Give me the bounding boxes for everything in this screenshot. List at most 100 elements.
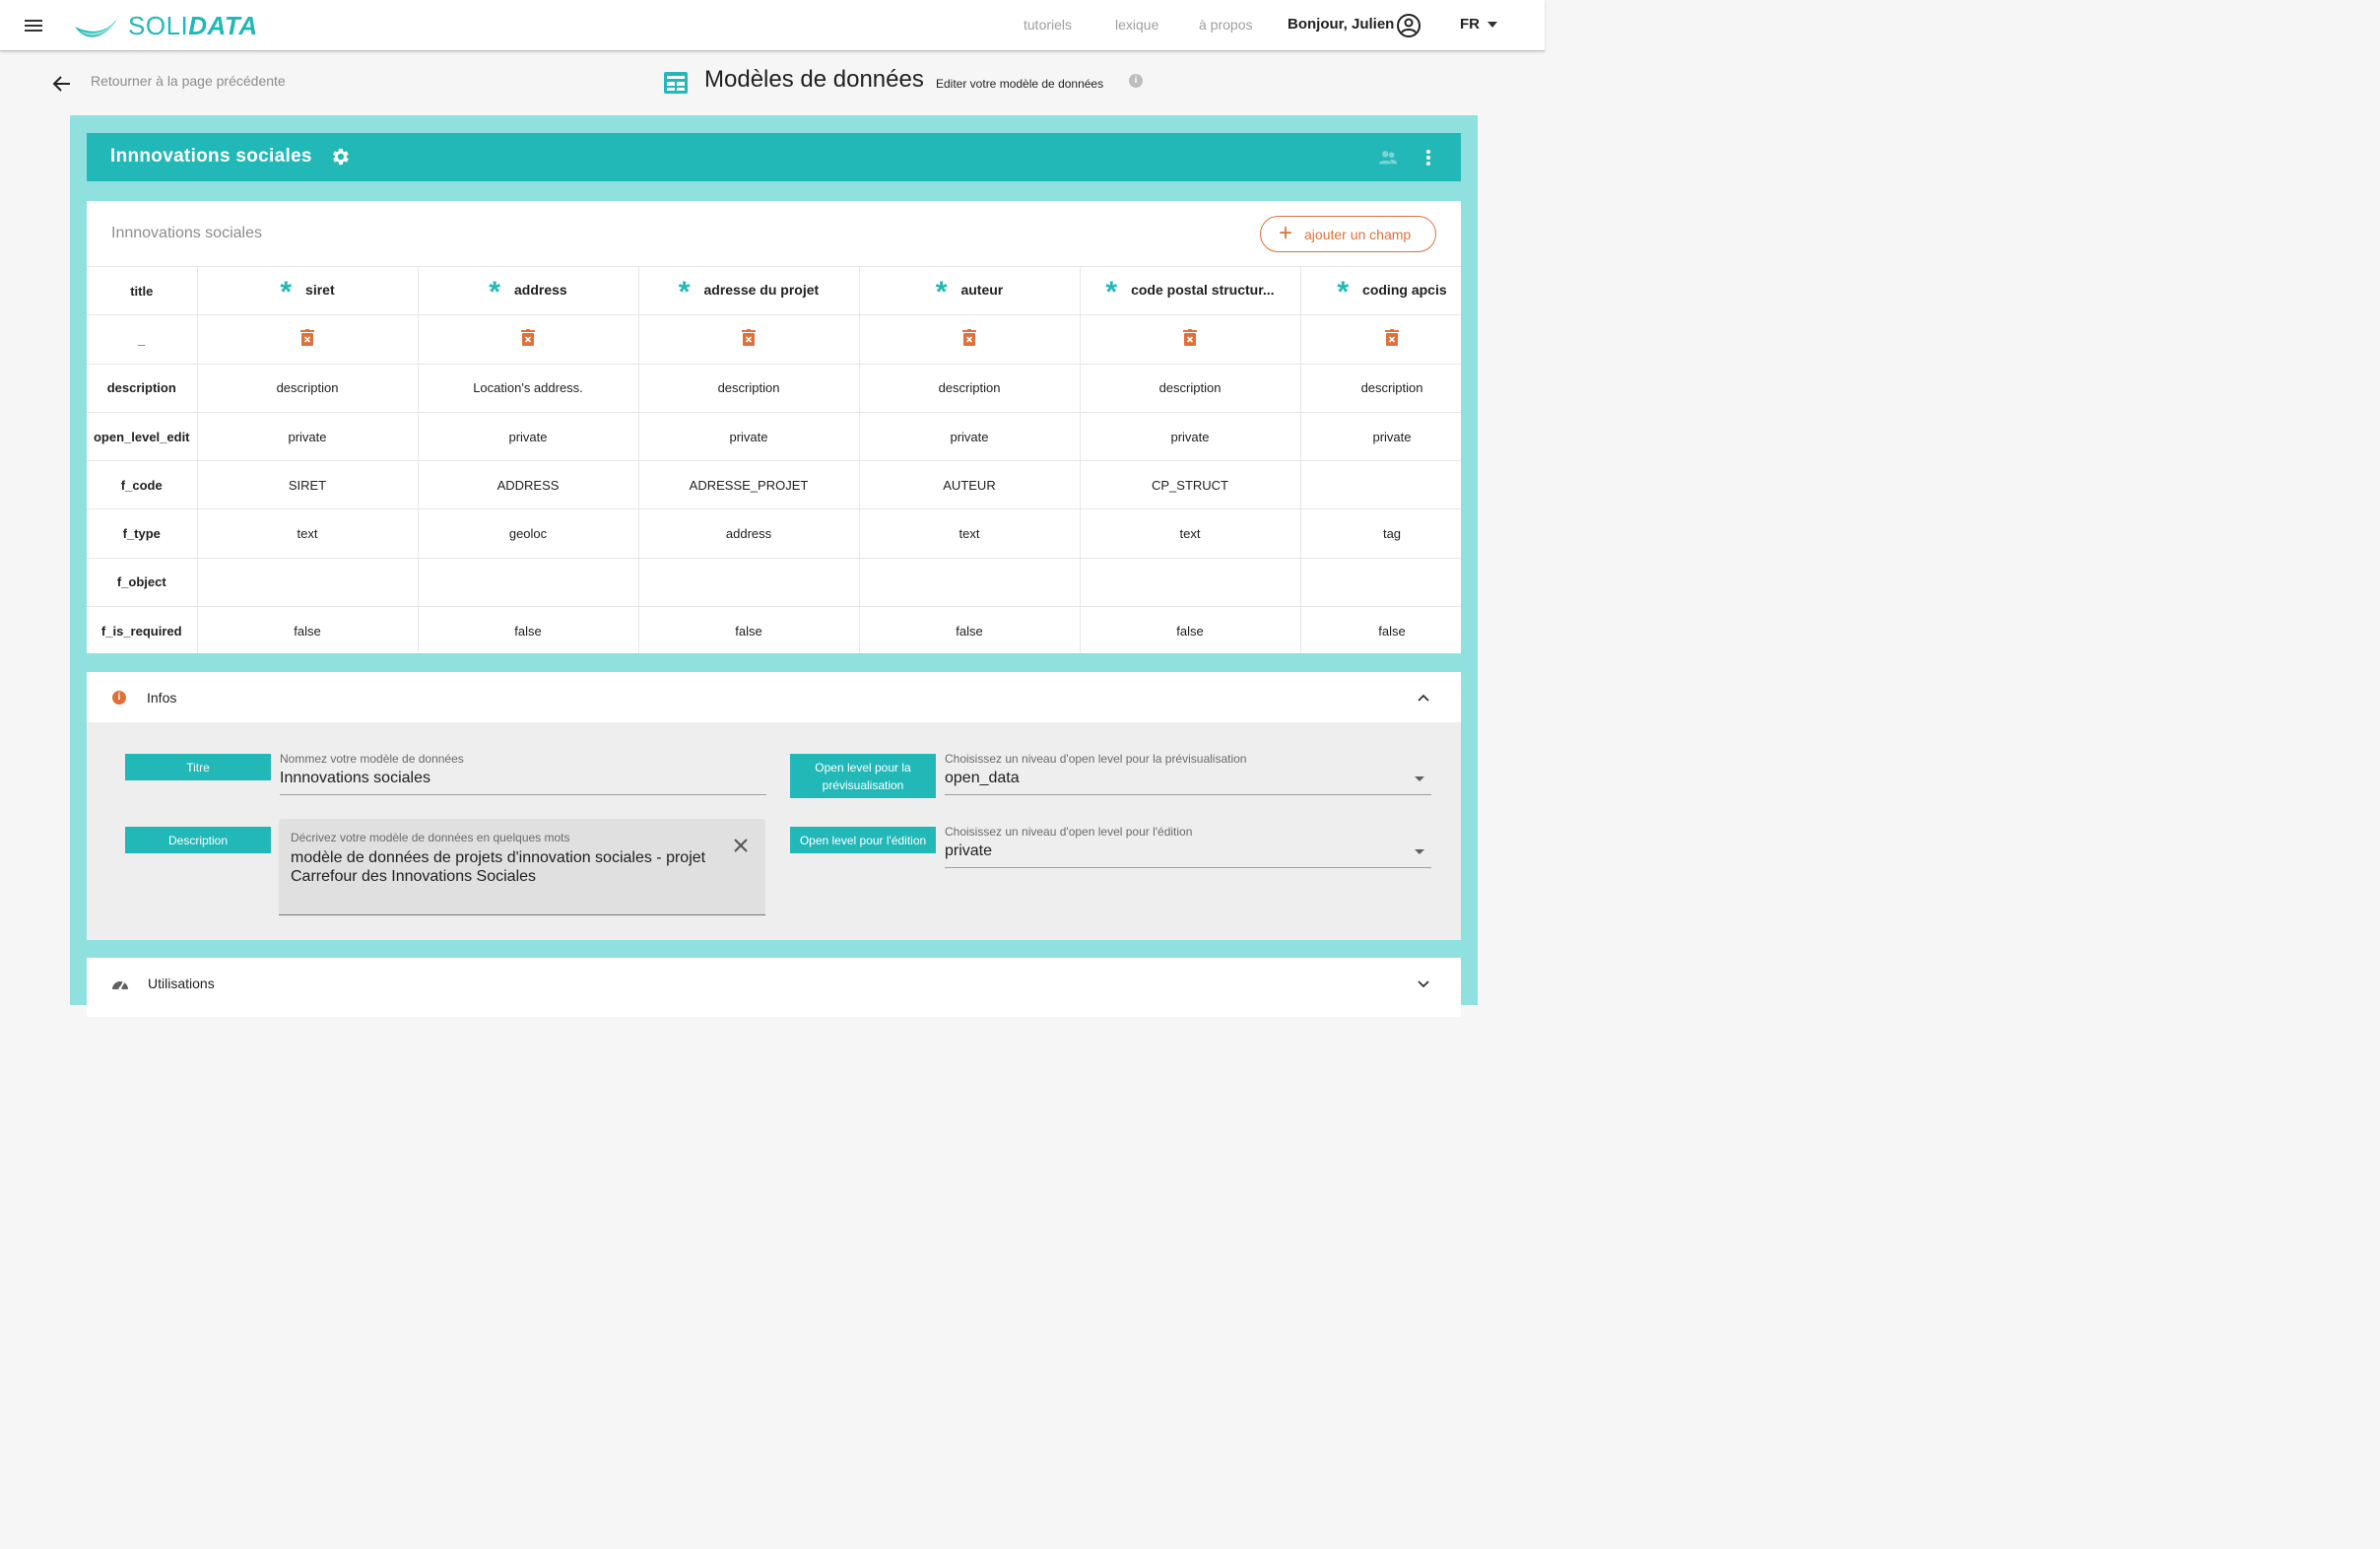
add-field-button[interactable]: + ajouter un champ bbox=[1260, 216, 1436, 252]
delete-icon[interactable] bbox=[962, 329, 976, 347]
model-header-bar: Innnovations sociales bbox=[87, 133, 1461, 181]
field-title-label: coding apcis bbox=[1362, 281, 1447, 298]
model-editor-frame: Innnovations sociales Innnovations socia… bbox=[70, 115, 1478, 1017]
table-cell bbox=[1080, 557, 1301, 607]
menu-icon[interactable] bbox=[22, 14, 45, 37]
table-cell: tag bbox=[1300, 508, 1461, 559]
titre-chip: Titre bbox=[125, 754, 271, 780]
table-cell: false bbox=[197, 606, 419, 653]
field-title[interactable]: * adresse du projet bbox=[678, 275, 820, 308]
arrow-back-icon[interactable] bbox=[51, 73, 73, 95]
delete-icon[interactable] bbox=[300, 329, 314, 347]
field-title-label: auteur bbox=[960, 281, 1004, 298]
field-title-label: adresse du projet bbox=[703, 281, 820, 298]
more-options-icon[interactable] bbox=[1421, 147, 1436, 168]
description-value[interactable]: modèle de données de projets d'innovatio… bbox=[291, 848, 724, 886]
asterisk-icon: * bbox=[280, 275, 293, 308]
language-selector[interactable]: FR bbox=[1460, 16, 1497, 33]
fields-card: Innnovations sociales + ajouter un champ… bbox=[87, 201, 1461, 653]
table-cell: false bbox=[418, 606, 639, 653]
info-icon[interactable]: i bbox=[1129, 74, 1143, 88]
table-cell: false bbox=[638, 606, 860, 653]
preview-open-level-select[interactable]: open_data bbox=[945, 770, 1020, 787]
language-label: FR bbox=[1460, 16, 1480, 33]
brand-logo[interactable]: SOLIDATA bbox=[73, 8, 258, 43]
row-header: f_code bbox=[87, 460, 198, 509]
chevron-up-icon[interactable] bbox=[1417, 691, 1430, 705]
table-cell: false bbox=[1080, 606, 1301, 653]
asterisk-icon: * bbox=[1105, 275, 1118, 308]
chevron-down-icon[interactable] bbox=[1417, 977, 1430, 990]
card-title: Innnovations sociales bbox=[111, 225, 262, 241]
delete-icon[interactable] bbox=[1385, 329, 1399, 347]
utilisations-panel[interactable]: Utilisations bbox=[87, 958, 1461, 1017]
edit-underline bbox=[945, 867, 1431, 868]
table-cell: private bbox=[638, 411, 860, 461]
field-title-label: address bbox=[513, 281, 567, 298]
asterisk-icon: * bbox=[678, 275, 691, 308]
infos-title: Infos bbox=[147, 690, 177, 706]
table-cell bbox=[1300, 557, 1461, 607]
delete-icon[interactable] bbox=[1183, 329, 1197, 347]
table-row: f_object bbox=[87, 557, 1461, 607]
titre-field-label: Nommez votre modèle de données bbox=[280, 752, 464, 766]
page-subtitle: Editer votre modèle de données bbox=[936, 77, 1104, 91]
field-column-header: * siret bbox=[197, 265, 419, 315]
table-cell: text bbox=[859, 508, 1081, 559]
delete-cell bbox=[859, 314, 1081, 365]
asterisk-icon: * bbox=[935, 275, 948, 308]
table-row: f_is_required false false false false false fa… bbox=[87, 606, 1461, 653]
info-circle-icon: i bbox=[112, 691, 126, 705]
gear-icon[interactable] bbox=[329, 146, 351, 168]
infos-panel: i Infos Titre Nommez votre modèle de don… bbox=[87, 672, 1461, 940]
table-cell: false bbox=[1300, 606, 1461, 653]
table-cell: AUTEUR bbox=[859, 460, 1081, 509]
plus-icon: + bbox=[1279, 219, 1293, 246]
dropdown-arrow-icon[interactable] bbox=[1415, 776, 1424, 781]
table-cell: description bbox=[1080, 363, 1301, 413]
people-icon[interactable] bbox=[1377, 147, 1399, 168]
edit-open-level-select[interactable]: private bbox=[945, 842, 992, 860]
row-header: f_object bbox=[87, 557, 198, 607]
field-column-header: * address bbox=[418, 265, 639, 315]
nav-link-a-propos[interactable]: à propos bbox=[1199, 17, 1252, 33]
table-row: open_level_edit private private private priv… bbox=[87, 411, 1461, 461]
fields-table: title * siret * address * adresse du projet * au… bbox=[87, 265, 1461, 653]
infos-header[interactable]: i Infos bbox=[87, 672, 1461, 722]
delete-cell bbox=[1300, 314, 1461, 365]
field-title[interactable]: * coding apcis bbox=[1337, 277, 1447, 306]
table-cell: Location's address. bbox=[418, 363, 639, 413]
infos-body: Titre Nommez votre modèle de données Inn… bbox=[87, 722, 1461, 940]
titre-underline bbox=[280, 794, 766, 795]
add-field-label: ajouter un champ bbox=[1304, 226, 1412, 242]
field-title-label: code postal structur... bbox=[1131, 281, 1275, 298]
field-column-header: * code postal structur... bbox=[1080, 265, 1301, 315]
account-circle-icon[interactable] bbox=[1395, 12, 1422, 39]
nav-link-tutoriels[interactable]: tutoriels bbox=[1024, 17, 1072, 33]
preview-open-level-chip: Open level pour la prévisualisation bbox=[790, 754, 936, 798]
field-title[interactable]: * siret bbox=[280, 275, 334, 308]
delete-icon[interactable] bbox=[521, 329, 535, 347]
preview-underline bbox=[945, 794, 1431, 795]
table-cell: private bbox=[859, 411, 1081, 461]
page-title: Modèles de données bbox=[704, 66, 924, 93]
table-row: description description Location's address… bbox=[87, 363, 1461, 413]
description-chip: Description bbox=[125, 827, 271, 853]
table-cell: text bbox=[197, 508, 419, 559]
field-title[interactable]: * code postal structur... bbox=[1105, 275, 1275, 308]
delete-cell bbox=[1080, 314, 1301, 365]
close-icon[interactable] bbox=[732, 837, 750, 854]
row-header: _ bbox=[87, 314, 198, 365]
description-textarea[interactable]: Décrivez votre modèle de données en quel… bbox=[279, 819, 765, 915]
dropdown-arrow-icon[interactable] bbox=[1415, 849, 1424, 854]
back-link[interactable]: Retourner à la page précédente bbox=[91, 73, 286, 89]
field-title[interactable]: * auteur bbox=[935, 275, 1004, 308]
table-cell: ADDRESS bbox=[418, 460, 639, 509]
row-header: description bbox=[87, 363, 198, 413]
delete-icon[interactable] bbox=[742, 329, 756, 347]
titre-input[interactable]: Innnovations sociales bbox=[280, 770, 430, 787]
nav-link-lexique[interactable]: lexique bbox=[1115, 17, 1158, 33]
table-cell: description bbox=[859, 363, 1081, 413]
table-cell: private bbox=[418, 411, 639, 461]
field-title[interactable]: * address bbox=[489, 277, 567, 306]
